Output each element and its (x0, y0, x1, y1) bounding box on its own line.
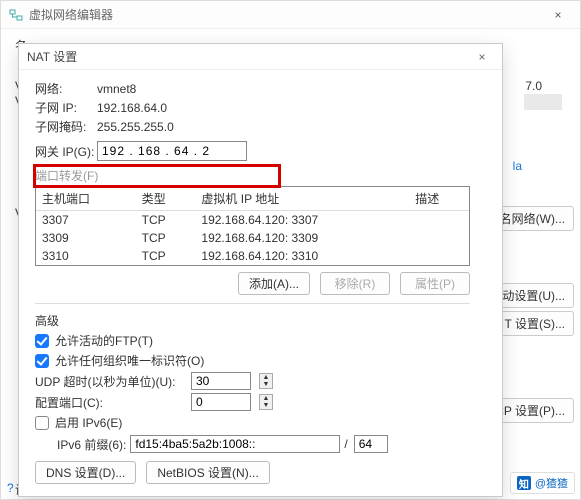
dialog-close-button[interactable]: × (470, 45, 494, 69)
close-icon: × (554, 8, 561, 22)
udp-timeout-spinner[interactable]: ▲▼ (259, 373, 273, 389)
parent-close-button[interactable]: × (544, 1, 572, 29)
parent-titlebar: 虚拟网络编辑器 × (1, 1, 580, 29)
allow-oui-row: 允许任何组织唯一标识符(O) (35, 352, 486, 369)
table-header[interactable]: 虚拟机 IP 地址 (195, 187, 409, 211)
gateway-row: 网关 IP(G): (35, 141, 486, 161)
network-value: vmnet8 (97, 82, 136, 96)
config-port-spinner[interactable]: ▲▼ (259, 394, 273, 410)
nat-settings-dialog: NAT 设置 × 网络: vmnet8 子网 IP: 192.168.64.0 … (18, 43, 503, 497)
watermark-text: @猹猹 (535, 475, 568, 491)
netbios-settings-button[interactable]: NetBIOS 设置(N)... (146, 461, 269, 484)
frag-highlight (524, 94, 562, 110)
udp-timeout-input[interactable] (191, 372, 251, 390)
slash: / (344, 437, 347, 451)
enable-ipv6-label: 启用 IPv6(E) (55, 414, 122, 431)
network-row: 网络: vmnet8 (35, 80, 486, 97)
table-cell: 192.168.64.120: 3309 (195, 229, 409, 247)
subnet-mask-row: 子网掩码: 255.255.255.0 (35, 118, 486, 135)
table-header[interactable]: 描述 (409, 187, 469, 211)
watermark: 知 @猹猹 (510, 472, 575, 494)
nat-settings-button[interactable]: T 设置(S)... (496, 311, 574, 336)
network-icon (9, 8, 23, 22)
ipv6-prefix-input[interactable] (130, 435, 340, 453)
table-cell (409, 247, 469, 265)
frag-text: la (513, 159, 522, 173)
subnet-mask-label: 子网掩码: (35, 118, 97, 135)
spinner-up-icon[interactable]: ▲ (260, 374, 272, 381)
table-cell: 192.168.64.120: 3307 (195, 211, 409, 230)
config-port-input[interactable] (191, 393, 251, 411)
config-port-label: 配置端口(C): (35, 394, 185, 411)
bottom-buttons: DNS 设置(D)... NetBIOS 设置(N)... (35, 461, 486, 484)
close-icon: × (478, 50, 485, 64)
properties-button[interactable]: 属性(P) (400, 272, 470, 295)
gateway-label: 网关 IP(G): (35, 143, 97, 160)
table-cell: 3309 (36, 229, 136, 247)
add-button[interactable]: 添加(A)... (238, 272, 310, 295)
allow-ftp-row: 允许活动的FTP(T) (35, 332, 486, 349)
network-label: 网络: (35, 80, 97, 97)
table-header[interactable]: 类型 (136, 187, 196, 211)
enable-ipv6-checkbox[interactable] (35, 416, 49, 430)
config-port-row: 配置端口(C): ▲▼ (35, 393, 486, 411)
spinner-down-icon[interactable]: ▼ (260, 381, 272, 388)
port-forward-buttons: 添加(A)... 移除(R) 属性(P) (35, 272, 470, 295)
table-header[interactable]: 主机端口 (36, 187, 136, 211)
table-cell: 192.168.64.120: 3310 (195, 247, 409, 265)
subnet-ip-row: 子网 IP: 192.168.64.0 (35, 99, 486, 116)
auto-settings-button[interactable]: 动设置(U)... (493, 283, 574, 308)
spinner-down-icon[interactable]: ▼ (260, 402, 272, 409)
parent-title: 虚拟网络编辑器 (29, 6, 113, 23)
table-cell: TCP (136, 211, 196, 230)
table-cell (409, 229, 469, 247)
port-forward-label: 端口转发(F) (35, 167, 486, 184)
subnet-ip-value: 192.168.64.0 (97, 101, 167, 115)
zhihu-icon: 知 (517, 476, 531, 490)
enable-ipv6-row: 启用 IPv6(E) (35, 414, 486, 431)
spinner-up-icon[interactable]: ▲ (260, 395, 272, 402)
port-forward-table[interactable]: 主机端口类型虚拟机 IP 地址描述 3307TCP192.168.64.120:… (35, 186, 470, 266)
udp-timeout-row: UDP 超时(以秒为单位)(U): ▲▼ (35, 372, 486, 390)
dns-settings-button[interactable]: DNS 设置(D)... (35, 461, 136, 484)
allow-oui-label: 允许任何组织唯一标识符(O) (55, 352, 204, 369)
allow-ftp-label: 允许活动的FTP(T) (55, 332, 153, 349)
ipv6-prefix-row: IPv6 前缀(6): / (57, 435, 486, 453)
table-cell: TCP (136, 247, 196, 265)
frag-text: 7.0 (525, 79, 542, 93)
table-row[interactable]: 3307TCP192.168.64.120: 3307 (36, 211, 469, 230)
gateway-ip-input[interactable] (97, 141, 247, 161)
ipv6-prefix-len-input[interactable] (354, 435, 388, 453)
subnet-mask-value: 255.255.255.0 (97, 120, 174, 134)
allow-ftp-checkbox[interactable] (35, 334, 49, 348)
udp-timeout-label: UDP 超时(以秒为单位)(U): (35, 373, 185, 390)
table-cell: TCP (136, 229, 196, 247)
table-row[interactable]: 3310TCP192.168.64.120: 3310 (36, 247, 469, 265)
dialog-title: NAT 设置 (27, 48, 77, 65)
subnet-ip-label: 子网 IP: (35, 99, 97, 116)
dialog-titlebar: NAT 设置 × (19, 44, 502, 70)
separator (35, 303, 470, 304)
dialog-body: 网络: vmnet8 子网 IP: 192.168.64.0 子网掩码: 255… (19, 70, 502, 496)
advanced-label: 高级 (35, 312, 486, 329)
help-icon: ? (7, 481, 14, 495)
table-cell: 3307 (36, 211, 136, 230)
table-row[interactable]: 3309TCP192.168.64.120: 3309 (36, 229, 469, 247)
ipv6-prefix-label: IPv6 前缀(6): (57, 436, 126, 453)
remove-button[interactable]: 移除(R) (320, 272, 390, 295)
allow-oui-checkbox[interactable] (35, 354, 49, 368)
table-cell: 3310 (36, 247, 136, 265)
table-cell (409, 211, 469, 230)
